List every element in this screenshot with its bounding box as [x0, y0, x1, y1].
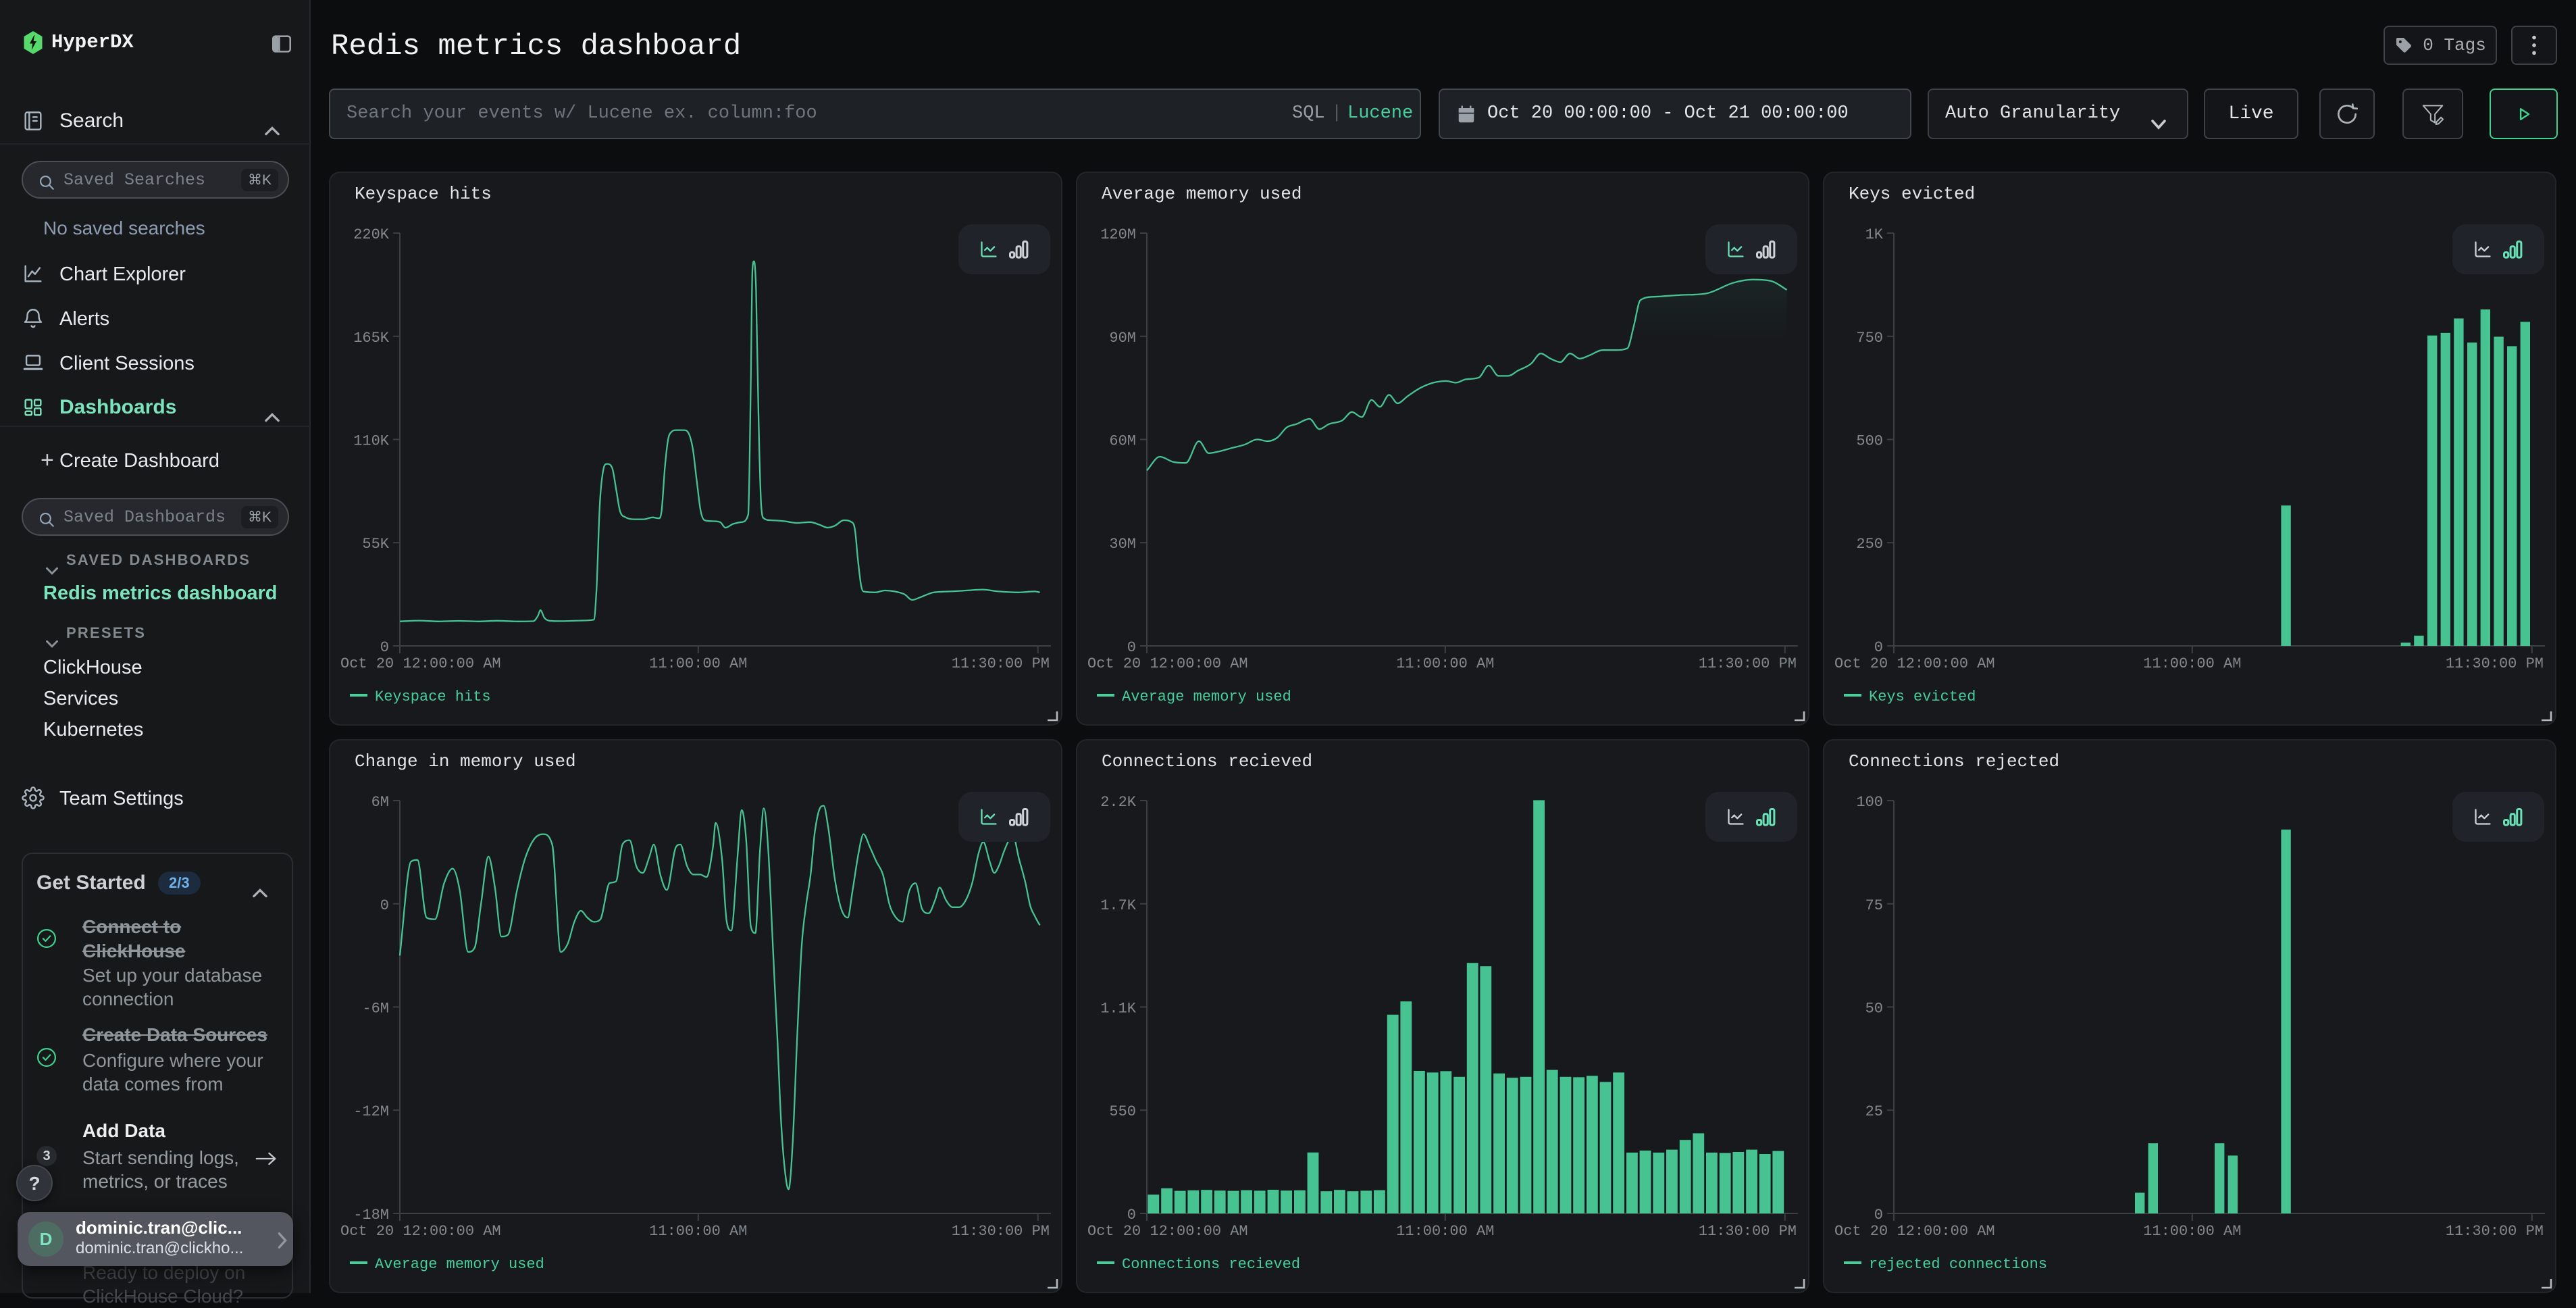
svg-text:0: 0 [1127, 639, 1136, 656]
svg-text:-12M: -12M [353, 1103, 389, 1120]
svg-text:250: 250 [1856, 536, 1883, 553]
svg-text:11:00:00 AM: 11:00:00 AM [2143, 1223, 2241, 1240]
svg-text:Oct 20 12:00:00 AM: Oct 20 12:00:00 AM [1087, 1223, 1248, 1240]
svg-text:Connections recieved: Connections recieved [1122, 1256, 1300, 1273]
svg-text:11:00:00 AM: 11:00:00 AM [1396, 655, 1494, 672]
svg-text:11:30:00 PM: 11:30:00 PM [952, 1223, 1050, 1240]
svg-text:11:30:00 PM: 11:30:00 PM [1699, 1223, 1797, 1240]
svg-text:0: 0 [1127, 1207, 1136, 1224]
svg-text:Oct 20 12:00:00 AM: Oct 20 12:00:00 AM [1834, 655, 1995, 672]
svg-text:750: 750 [1856, 330, 1883, 347]
svg-text:25: 25 [1865, 1103, 1883, 1120]
svg-text:Average memory used: Average memory used [1122, 688, 1291, 705]
svg-text:1K: 1K [1865, 226, 1884, 243]
svg-text:0: 0 [380, 897, 389, 914]
svg-text:2.2K: 2.2K [1100, 794, 1137, 811]
svg-text:-6M: -6M [362, 1000, 389, 1017]
svg-text:0: 0 [380, 639, 389, 656]
svg-text:11:00:00 AM: 11:00:00 AM [649, 1223, 747, 1240]
svg-text:60M: 60M [1109, 432, 1136, 449]
svg-text:165K: 165K [353, 330, 390, 347]
svg-text:1.7K: 1.7K [1100, 897, 1137, 914]
svg-text:0: 0 [1874, 1207, 1883, 1224]
svg-text:30M: 30M [1109, 536, 1136, 553]
svg-text:rejected connections: rejected connections [1869, 1256, 2047, 1273]
svg-text:6M: 6M [371, 794, 389, 811]
svg-text:220K: 220K [353, 226, 390, 243]
svg-text:50: 50 [1865, 1000, 1883, 1017]
svg-text:Average memory used: Average memory used [375, 1256, 544, 1273]
svg-text:-18M: -18M [353, 1207, 389, 1224]
svg-text:Keyspace hits: Keyspace hits [375, 688, 491, 705]
svg-text:90M: 90M [1109, 330, 1136, 347]
svg-text:55K: 55K [362, 536, 389, 553]
svg-text:11:00:00 AM: 11:00:00 AM [2143, 655, 2241, 672]
svg-text:11:30:00 PM: 11:30:00 PM [2446, 1223, 2544, 1240]
svg-text:1.1K: 1.1K [1100, 1000, 1137, 1017]
svg-text:550: 550 [1109, 1103, 1136, 1120]
svg-text:500: 500 [1856, 432, 1883, 449]
svg-text:11:30:00 PM: 11:30:00 PM [952, 655, 1050, 672]
svg-text:11:00:00 AM: 11:00:00 AM [1396, 1223, 1494, 1240]
svg-text:11:30:00 PM: 11:30:00 PM [1699, 655, 1797, 672]
svg-text:11:30:00 PM: 11:30:00 PM [2446, 655, 2544, 672]
svg-text:120M: 120M [1100, 226, 1136, 243]
svg-text:0: 0 [1874, 639, 1883, 656]
svg-text:75: 75 [1865, 897, 1883, 914]
svg-text:Oct 20 12:00:00 AM: Oct 20 12:00:00 AM [1834, 1223, 1995, 1240]
svg-text:Oct 20 12:00:00 AM: Oct 20 12:00:00 AM [340, 1223, 501, 1240]
svg-text:100: 100 [1856, 794, 1883, 811]
svg-text:Oct 20 12:00:00 AM: Oct 20 12:00:00 AM [1087, 655, 1248, 672]
svg-text:Oct 20 12:00:00 AM: Oct 20 12:00:00 AM [340, 655, 501, 672]
svg-text:110K: 110K [353, 432, 390, 449]
svg-text:11:00:00 AM: 11:00:00 AM [649, 655, 747, 672]
svg-text:Keys evicted: Keys evicted [1869, 688, 1976, 705]
